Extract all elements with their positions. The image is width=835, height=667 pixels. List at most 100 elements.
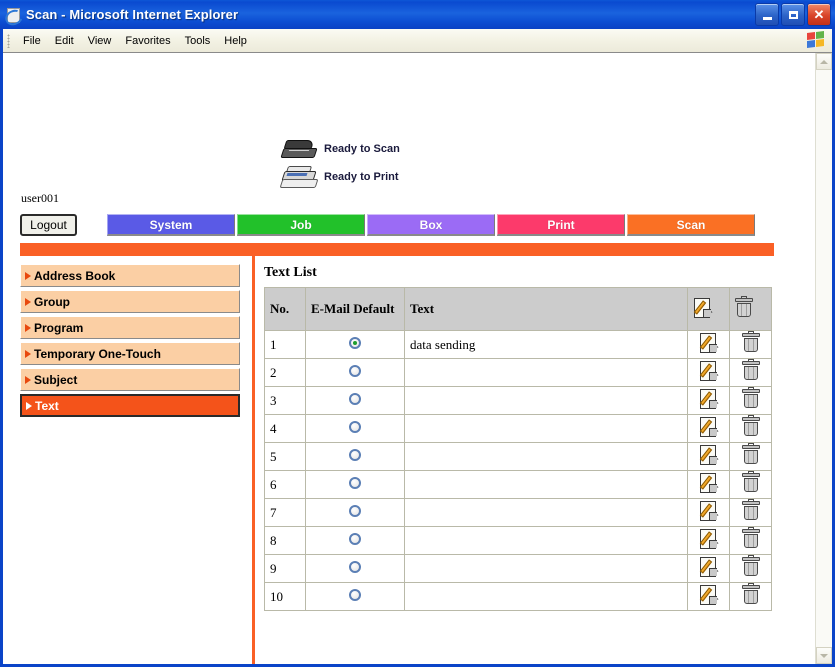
- cell-edit-action[interactable]: [687, 498, 730, 527]
- cell-email-default[interactable]: [305, 470, 405, 499]
- cell-email-default[interactable]: [305, 526, 405, 555]
- menu-grip-handle[interactable]: [7, 33, 10, 48]
- sidebar-item-group[interactable]: Group: [20, 290, 240, 313]
- cell-delete-action[interactable]: [729, 526, 772, 555]
- sidebar-item-text[interactable]: Text: [20, 394, 240, 417]
- menu-item-file[interactable]: File: [16, 33, 48, 49]
- cell-delete-action[interactable]: [729, 582, 772, 611]
- tab-system[interactable]: System: [107, 214, 235, 236]
- printer-icon: [279, 166, 319, 188]
- trash-icon[interactable]: [741, 471, 760, 493]
- cell-edit-action[interactable]: [687, 470, 730, 499]
- triangle-bullet-icon: [25, 349, 31, 358]
- sidebar-item-label: Temporary One-Touch: [34, 346, 161, 361]
- vertical-scrollbar[interactable]: [815, 53, 832, 664]
- cell-email-default[interactable]: [305, 554, 405, 583]
- cell-edit-action[interactable]: [687, 526, 730, 555]
- cell-edit-action[interactable]: [687, 330, 730, 359]
- minimize-button[interactable]: [755, 3, 779, 26]
- edit-icon[interactable]: [699, 416, 719, 437]
- trash-icon[interactable]: [741, 499, 760, 521]
- cell-row-number: 8: [264, 526, 306, 555]
- cell-edit-action[interactable]: [687, 442, 730, 471]
- cell-delete-action[interactable]: [729, 470, 772, 499]
- cell-edit-action[interactable]: [687, 386, 730, 415]
- cell-email-default[interactable]: [305, 442, 405, 471]
- trash-icon[interactable]: [741, 583, 760, 605]
- table-row: 1 data sending: [264, 330, 772, 359]
- column-header-text: Text: [404, 287, 688, 331]
- email-default-radio[interactable]: [349, 364, 361, 377]
- content-panel: Text List No. E-Mail Default Text 1 data…: [264, 265, 774, 611]
- cell-email-default[interactable]: [305, 582, 405, 611]
- edit-icon[interactable]: [699, 528, 719, 549]
- cell-delete-action[interactable]: [729, 414, 772, 443]
- email-default-radio[interactable]: [349, 532, 361, 545]
- email-default-radio[interactable]: [349, 504, 361, 517]
- edit-icon[interactable]: [699, 360, 719, 381]
- tab-job[interactable]: Job: [237, 214, 365, 236]
- cell-email-default[interactable]: [305, 414, 405, 443]
- edit-icon[interactable]: [699, 584, 719, 605]
- cell-delete-action[interactable]: [729, 358, 772, 387]
- cell-delete-action[interactable]: [729, 386, 772, 415]
- sidebar-item-address-book[interactable]: Address Book: [20, 264, 240, 287]
- trash-icon[interactable]: [741, 387, 760, 409]
- email-default-radio[interactable]: [349, 588, 361, 601]
- table-row: 9: [264, 554, 772, 583]
- email-default-radio[interactable]: [349, 560, 361, 573]
- menu-item-view[interactable]: View: [81, 33, 119, 49]
- cell-edit-action[interactable]: [687, 554, 730, 583]
- trash-icon[interactable]: [741, 415, 760, 437]
- tab-print[interactable]: Print: [497, 214, 625, 236]
- cell-text: data sending: [404, 330, 688, 359]
- trash-icon[interactable]: [741, 443, 760, 465]
- edit-icon[interactable]: [699, 444, 719, 465]
- menu-item-edit[interactable]: Edit: [48, 33, 81, 49]
- edit-icon[interactable]: [699, 500, 719, 521]
- trash-icon[interactable]: [741, 359, 760, 381]
- sidebar-item-program[interactable]: Program: [20, 316, 240, 339]
- email-default-radio[interactable]: [349, 336, 361, 349]
- edit-icon[interactable]: [699, 332, 719, 353]
- edit-icon[interactable]: [699, 388, 719, 409]
- trash-icon[interactable]: [741, 331, 760, 353]
- cell-edit-action[interactable]: [687, 414, 730, 443]
- close-button[interactable]: ✕: [807, 3, 831, 26]
- cell-email-default[interactable]: [305, 358, 405, 387]
- window-title: Scan - Microsoft Internet Explorer: [26, 7, 239, 22]
- trash-icon[interactable]: [741, 555, 760, 577]
- chevron-up-icon: [820, 59, 828, 64]
- cell-delete-action[interactable]: [729, 498, 772, 527]
- menu-item-help[interactable]: Help: [217, 33, 254, 49]
- email-default-radio[interactable]: [349, 448, 361, 461]
- tab-scan[interactable]: Scan: [627, 214, 755, 236]
- edit-icon[interactable]: [699, 472, 719, 493]
- maximize-button[interactable]: [781, 3, 805, 26]
- cell-text: [404, 526, 688, 555]
- trash-icon[interactable]: [741, 527, 760, 549]
- table-body: 1 data sending 2 3 4 5 6 7 8 9 10: [264, 330, 772, 611]
- scroll-up-button[interactable]: [816, 53, 832, 70]
- menu-item-tools[interactable]: Tools: [178, 33, 218, 49]
- cell-email-default[interactable]: [305, 498, 405, 527]
- triangle-bullet-icon: [25, 375, 31, 384]
- email-default-radio[interactable]: [349, 476, 361, 489]
- sidebar-item-temporary-one-touch[interactable]: Temporary One-Touch: [20, 342, 240, 365]
- cell-delete-action[interactable]: [729, 330, 772, 359]
- logout-button[interactable]: Logout: [20, 214, 77, 236]
- sidebar-item-subject[interactable]: Subject: [20, 368, 240, 391]
- tab-box[interactable]: Box: [367, 214, 495, 236]
- cell-email-default[interactable]: [305, 330, 405, 359]
- email-default-radio[interactable]: [349, 420, 361, 433]
- cell-edit-action[interactable]: [687, 358, 730, 387]
- cell-delete-action[interactable]: [729, 442, 772, 471]
- edit-icon[interactable]: [699, 556, 719, 577]
- cell-row-number: 2: [264, 358, 306, 387]
- cell-delete-action[interactable]: [729, 554, 772, 583]
- cell-email-default[interactable]: [305, 386, 405, 415]
- scroll-down-button[interactable]: [816, 647, 832, 664]
- email-default-radio[interactable]: [349, 392, 361, 405]
- menu-item-favorites[interactable]: Favorites: [118, 33, 177, 49]
- cell-edit-action[interactable]: [687, 582, 730, 611]
